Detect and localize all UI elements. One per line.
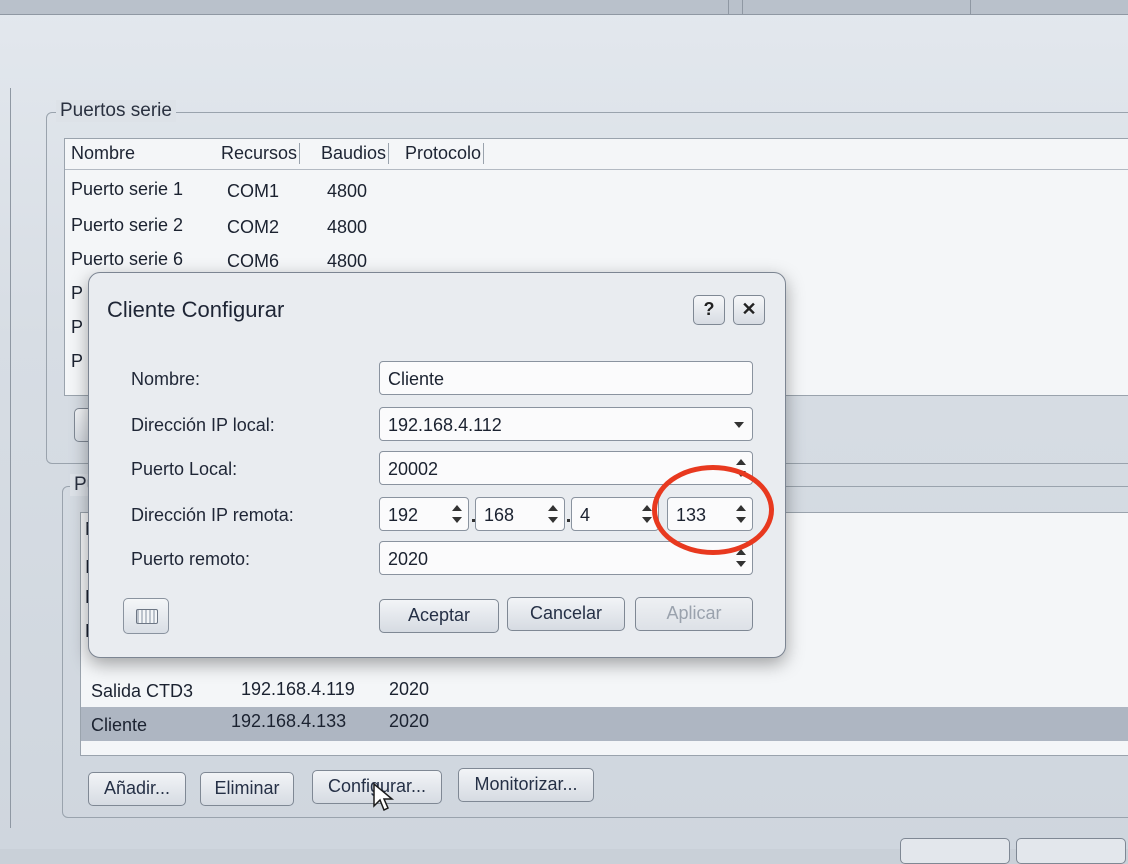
column-header-name[interactable]: Nombre: [71, 143, 135, 164]
serial-ports-title: Puertos serie: [56, 100, 176, 122]
local-port-value: 20002: [388, 459, 439, 479]
delete-button[interactable]: Eliminar: [200, 772, 294, 806]
octet-value: 192: [388, 505, 419, 525]
local-port-label: Puerto Local:: [131, 459, 238, 479]
remote-ip-label: Dirección IP remota:: [131, 505, 294, 525]
toolbar-divider: [728, 0, 729, 14]
table-row-selected[interactable]: Cliente 192.168.4.133 2020: [81, 707, 1128, 741]
row-port: 2020: [389, 711, 430, 731]
column-header-resources[interactable]: Recursos: [221, 143, 301, 164]
apply-button[interactable]: Aplicar: [635, 597, 753, 631]
remote-ip-octet-2[interactable]: 168: [475, 497, 565, 531]
client-config-dialog: Cliente Configurar ? ✕ Nombre: Dirección…: [88, 272, 786, 658]
row-baud: 4800: [327, 251, 368, 271]
name-field[interactable]: Cliente: [379, 361, 753, 395]
keyboard-icon: [136, 609, 158, 624]
mouse-pointer-icon: [373, 782, 395, 812]
desktop-screen: Puertos serie Nombre Recursos Baudios Pr…: [0, 0, 1128, 864]
octet-value: 168: [484, 505, 515, 525]
row-name: Cliente: [91, 715, 148, 735]
bottom-button[interactable]: [1016, 838, 1126, 864]
spinner-arrows-icon[interactable]: [548, 503, 558, 527]
annotation-circle: [652, 465, 774, 555]
row-ip: 192.168.4.119: [241, 679, 355, 699]
spinner-arrows-icon[interactable]: [642, 503, 652, 527]
partial-row-name: P: [71, 351, 84, 371]
monitor-button[interactable]: Monitorizar...: [458, 768, 594, 802]
row-name: Puerto serie 1: [71, 179, 184, 199]
column-header-baud[interactable]: Baudios: [321, 143, 390, 164]
row-name: Puerto serie 6: [71, 249, 184, 269]
name-label: Nombre:: [131, 369, 201, 389]
chevron-down-icon[interactable]: [734, 422, 744, 428]
remote-port-value: 2020: [388, 549, 429, 569]
octet-value: 4: [580, 505, 591, 525]
help-button[interactable]: ?: [693, 295, 725, 325]
row-name: Puerto serie 2: [71, 215, 184, 235]
row-resource: COM6: [227, 251, 280, 271]
bottom-button[interactable]: [900, 838, 1010, 864]
local-ip-value: 192.168.4.112: [388, 415, 502, 435]
close-button[interactable]: ✕: [733, 295, 765, 325]
remote-port-label: Puerto remoto:: [131, 549, 251, 569]
keyboard-button[interactable]: [123, 598, 169, 634]
top-toolbar-strip: [0, 0, 1128, 15]
partial-row-name: P: [71, 317, 84, 337]
row-name: Salida CTD3: [91, 681, 194, 701]
row-resource: COM2: [227, 217, 280, 237]
spinner-arrows-icon[interactable]: [452, 503, 462, 527]
local-ip-select[interactable]: 192.168.4.112: [379, 407, 753, 441]
toolbar-divider: [742, 0, 743, 14]
cancel-button[interactable]: Cancelar: [507, 597, 625, 631]
left-panel-edge: [0, 88, 11, 828]
toolbar-divider: [970, 0, 971, 14]
row-baud: 4800: [327, 181, 368, 201]
row-baud: 4800: [327, 217, 368, 237]
row-resource: COM1: [227, 181, 280, 201]
add-button[interactable]: Añadir...: [88, 772, 186, 806]
partial-row-name: P: [71, 283, 84, 303]
local-ip-label: Dirección IP local:: [131, 415, 275, 435]
column-header-protocol[interactable]: Protocolo: [405, 143, 485, 164]
dialog-title: Cliente Configurar: [107, 297, 285, 322]
row-port: 2020: [389, 679, 430, 699]
remote-ip-octet-1[interactable]: 192: [379, 497, 469, 531]
ip-separator-dot: [567, 519, 570, 522]
row-ip: 192.168.4.133: [231, 711, 347, 731]
serial-table-header: Nombre Recursos Baudios Protocolo: [65, 139, 1128, 170]
accept-button[interactable]: Aceptar: [379, 599, 499, 633]
remote-ip-octet-3[interactable]: 4: [571, 497, 659, 531]
